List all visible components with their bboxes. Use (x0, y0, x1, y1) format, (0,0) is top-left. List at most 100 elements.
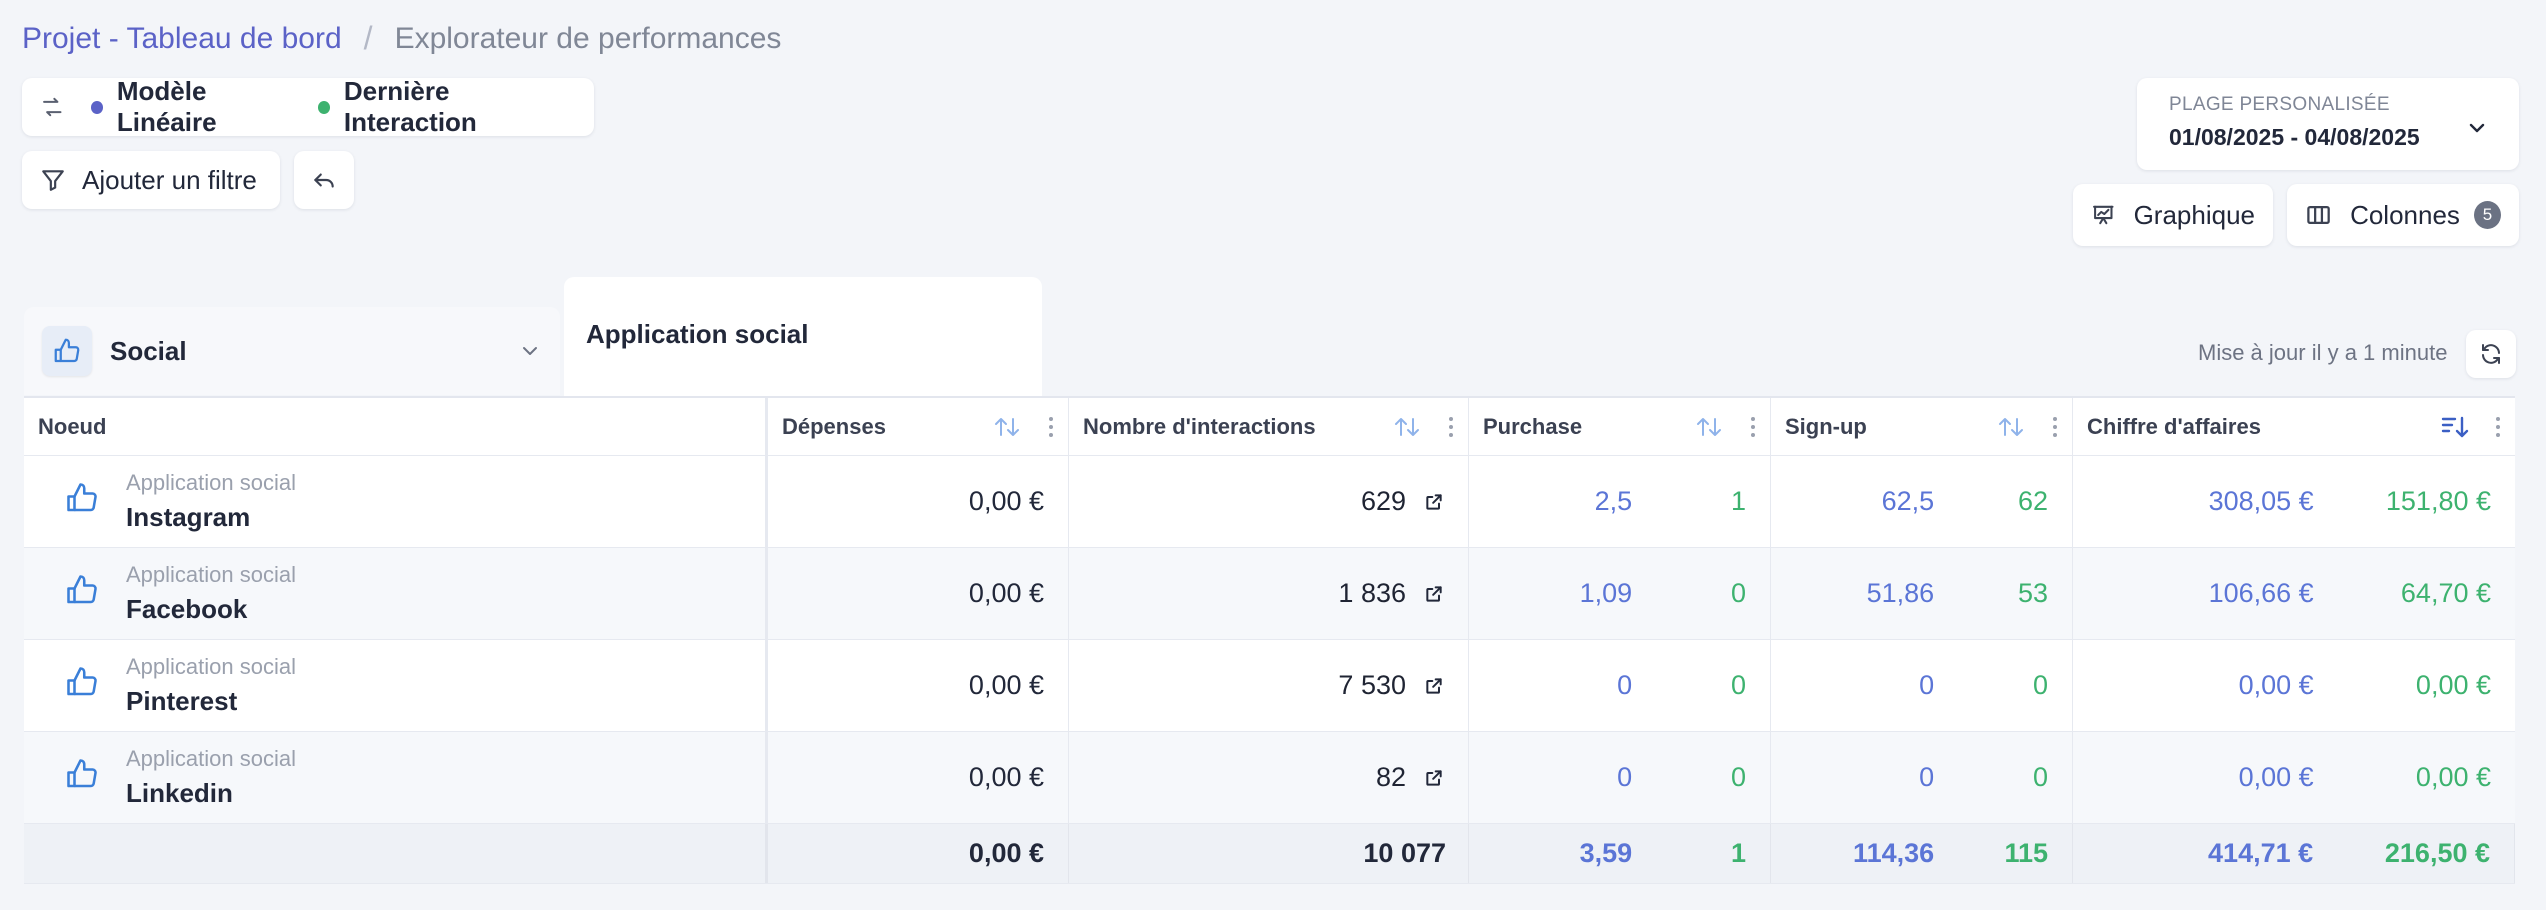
node-icon (64, 664, 100, 707)
purchase-linear: 0 (1617, 762, 1633, 792)
node-category: Application social (126, 470, 296, 495)
signup-cell: 00 (1771, 732, 2073, 823)
primary-model-label: Modèle Linéaire (116, 76, 217, 137)
interactions-cell: 7 530 (1069, 640, 1469, 731)
date-range-picker[interactable]: PLAGE PERSONALISÉE 01/08/2025 - 04/08/20… (2137, 78, 2519, 170)
interactions-cell: 82 (1069, 732, 1469, 823)
total-purchase: 3,59 1 (1469, 824, 1771, 883)
purchase-linear: 0 (1617, 670, 1633, 700)
attribution-model-selector[interactable]: Modèle Linéaire Dernière Interaction (22, 76, 594, 137)
chevron-down-icon (523, 347, 537, 355)
sort-icon[interactable] (1996, 416, 2026, 438)
update-status: Mise à jour il y a 1 minute (2198, 340, 2448, 365)
chart-button[interactable]: Graphique (2073, 184, 2273, 246)
signup-cell: 51,86 53 (1771, 548, 2073, 639)
revenue-linear: 308,05 € (2208, 486, 2314, 516)
interactions-value: 7 530 (1338, 670, 1406, 700)
revenue-last: 0,00 € (2415, 762, 2491, 792)
header-interactions[interactable]: Nombre d'interactions (1069, 398, 1469, 455)
node-cell[interactable]: Application social Facebook (24, 548, 768, 639)
chart-presentation-icon (2093, 205, 2114, 225)
purchase-cell: 00 (1469, 640, 1771, 731)
revenue-linear: 0,00 € (2238, 670, 2314, 700)
node-icon (64, 572, 100, 615)
header-revenue[interactable]: Chiffre d'affaires (2073, 398, 2515, 455)
sort-icon[interactable] (1392, 416, 1422, 438)
columns-icon (2307, 205, 2330, 225)
external-link-icon[interactable] (1424, 584, 1444, 604)
total-spend: 0,00 € (768, 824, 1069, 883)
interactions-cell: 1 836 (1069, 548, 1469, 639)
date-range-label: PLAGE PERSONALISÉE (2169, 94, 2390, 115)
node-cell[interactable]: Application social Instagram (24, 456, 768, 547)
header-spend[interactable]: Dépenses (768, 398, 1069, 455)
header-signup[interactable]: Sign-up (1771, 398, 2073, 455)
refresh-icon (2482, 344, 2500, 364)
add-filter-label: Ajouter un filtre (82, 164, 257, 195)
column-menu-icon[interactable] (2495, 416, 2501, 437)
undo-button[interactable] (294, 151, 354, 209)
revenue-cell: 106,66 € 64,70 € (2073, 548, 2515, 639)
node-category: Application social (126, 654, 296, 679)
column-menu-icon[interactable] (1750, 416, 1756, 437)
breadcrumb-project-link[interactable]: Projet - Tableau de bord (22, 22, 342, 56)
sort-icon[interactable] (1694, 416, 1724, 438)
filter-icon (42, 170, 64, 191)
node-cell[interactable]: Application social Pinterest (24, 640, 768, 731)
chevron-down-icon (2469, 123, 2485, 133)
table-row[interactable]: Application social Linkedin 0,00 €82 0 0 0 0 0,… (24, 732, 2515, 824)
columns-count-badge: 5 (2473, 201, 2501, 229)
columns-button[interactable]: Colonnes 5 (2287, 184, 2519, 246)
total-signup: 114,36 115 (1771, 824, 2073, 883)
secondary-model-dot (317, 100, 330, 114)
column-menu-icon[interactable] (1448, 416, 1454, 437)
sort-icon[interactable] (992, 416, 1022, 438)
interactions-value: 82 (1375, 762, 1406, 792)
revenue-cell: 0,00 € 0,00 € (2073, 640, 2515, 731)
header-purchase[interactable]: Purchase (1469, 398, 1771, 455)
columns-label: Colonnes (2350, 199, 2460, 230)
table-header-row: Noeud Dépenses Nombre d'interactions Pur… (24, 398, 2515, 456)
page-title: Explorateur de performances (394, 21, 782, 55)
breadcrumb: Projet - Tableau de bord / Explorateur d… (22, 20, 781, 57)
refresh-button[interactable] (2466, 330, 2516, 378)
total-interactions: 10 077 (1069, 824, 1469, 883)
external-link-icon[interactable] (1424, 768, 1444, 788)
tab-social[interactable]: Social (24, 307, 560, 395)
thumbs-up-icon (67, 575, 97, 604)
table-row[interactable]: Application social Facebook 0,00 € 1 836 1,0… (24, 548, 2515, 640)
signup-last: 62 (2017, 486, 2048, 516)
compare-icon (43, 97, 62, 117)
thumbs-up-icon (67, 483, 97, 512)
interactions-value: 629 (1360, 486, 1406, 516)
thumbs-up-icon (67, 759, 97, 788)
header-node[interactable]: Noeud (24, 398, 768, 455)
spend-cell: 0,00 € (768, 732, 1069, 823)
node-icon (64, 756, 100, 799)
breadcrumb-separator: / (363, 20, 373, 56)
add-filter-button[interactable]: Ajouter un filtre (22, 151, 280, 209)
signup-linear: 51,86 (1866, 578, 1935, 608)
table-row[interactable]: Application social Instagram 0,00 €629 2,5 1… (24, 456, 2515, 548)
date-range-value: 01/08/2025 - 04/08/2025 (2169, 124, 2420, 150)
tab-application-social[interactable]: Application social (564, 277, 1042, 397)
revenue-cell: 308,05 € 151,80 € (2073, 456, 2515, 547)
signup-last: 0 (2032, 670, 2048, 700)
node-cell[interactable]: Application social Linkedin (24, 732, 768, 823)
social-icon-box (42, 326, 92, 376)
undo-icon (314, 173, 334, 188)
signup-linear: 62,5 (1881, 486, 1935, 516)
column-menu-icon[interactable] (2052, 416, 2058, 437)
purchase-last: 0 (1730, 578, 1746, 608)
chart-label: Graphique (2133, 199, 2255, 230)
table-row[interactable]: Application social Pinterest 0,00 €7 530 0 0… (24, 640, 2515, 732)
sort-descending-icon[interactable] (2441, 415, 2469, 439)
purchase-linear: 1,09 (1579, 578, 1633, 608)
node-name: Pinterest (126, 686, 238, 716)
external-link-icon[interactable] (1424, 492, 1444, 512)
node-category: Application social (126, 746, 296, 771)
external-link-icon[interactable] (1424, 676, 1444, 696)
column-menu-icon[interactable] (1048, 416, 1054, 437)
node-name: Facebook (126, 594, 248, 624)
table-total-row: 0,00 € 10 077 3,59 1 114,36 115 414,71 €… (24, 824, 2515, 884)
